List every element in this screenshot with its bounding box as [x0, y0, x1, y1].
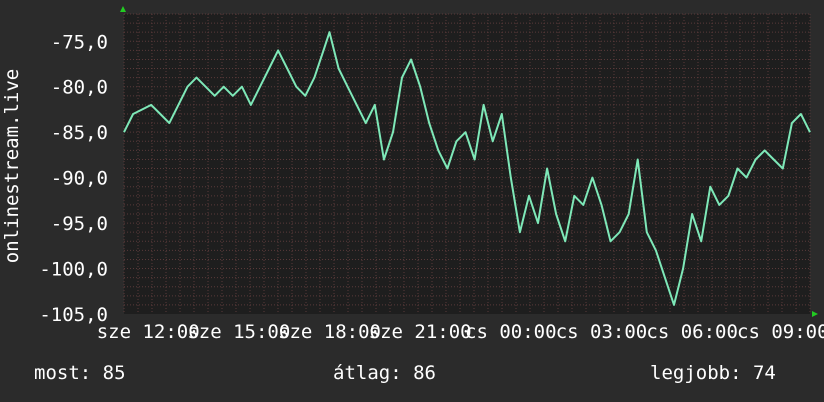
y-axis-label: onlinestream.live — [1, 69, 23, 263]
x-tick-label: sze 15:00 — [187, 321, 290, 343]
x-tick-label: cs 00:00 — [465, 321, 557, 343]
x-tick-label: sze 12:00 — [97, 321, 200, 343]
y-axis-ticks: -75,0-80,0-85,0-90,0-95,0-100,0-105,0 — [39, 31, 108, 326]
y-tick-label: -95,0 — [51, 213, 108, 235]
current-value: most: 85 — [34, 362, 126, 384]
chart: -75,0 -80,0 -85,0 -90,0 -95,0 -100,0 -105,0 sz… — [0, 0, 824, 402]
x-tick-label: cs 06:00 — [646, 321, 738, 343]
x-tick-label: sze 18:00 — [278, 321, 381, 343]
y-tick-label: -100,0 — [39, 259, 108, 281]
x-tick-label: sze 21:00 — [369, 321, 472, 343]
y-axis-arrow-icon — [120, 6, 126, 12]
y-tick-label: -85,0 — [51, 122, 108, 144]
best-value: legjobb: 74 — [650, 362, 776, 384]
y-tick-label: -80,0 — [51, 77, 108, 99]
y-tick-label: -75,0 — [51, 31, 108, 53]
y-tick-label: -90,0 — [51, 168, 108, 190]
average-value: átlag: 86 — [333, 362, 436, 384]
x-tick-label: cs 03:00 — [556, 321, 648, 343]
x-axis-arrow-icon — [812, 311, 818, 317]
chart-svg: -75,0-80,0-85,0-90,0-95,0-100,0-105,0 sz… — [1, 6, 824, 343]
x-axis-ticks: sze 12:00sze 15:00sze 18:00sze 21:00cs 0… — [97, 321, 824, 343]
x-tick-label: cs 09:00 — [737, 321, 824, 343]
